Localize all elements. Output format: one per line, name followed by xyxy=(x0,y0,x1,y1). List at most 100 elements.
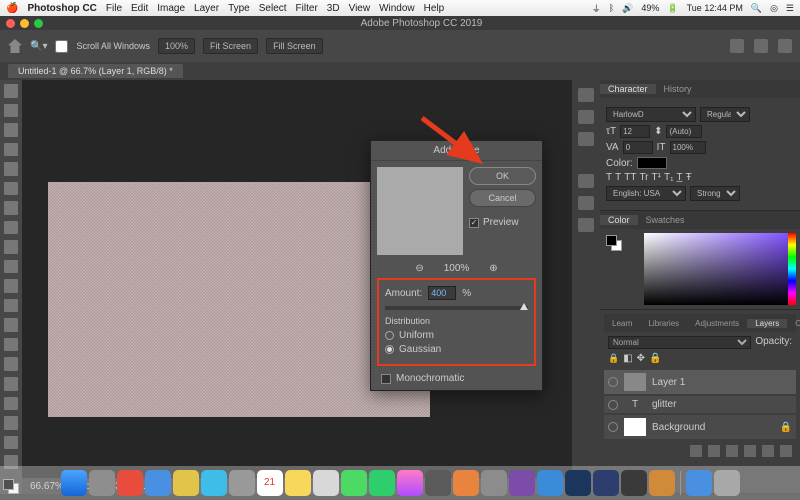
fit-screen-button[interactable]: Fit Screen xyxy=(203,38,258,54)
sub-icon[interactable]: T₁ xyxy=(664,172,673,183)
workspace-icon[interactable] xyxy=(754,39,768,53)
calendar-app-icon[interactable]: 21 xyxy=(257,470,283,496)
leading-input[interactable] xyxy=(666,125,702,138)
reminders-app-icon[interactable] xyxy=(313,470,339,496)
hand-tool-icon[interactable] xyxy=(4,436,18,450)
animate-app-icon[interactable] xyxy=(537,470,563,496)
close-window-button[interactable] xyxy=(6,19,15,28)
messages-app-icon[interactable] xyxy=(341,470,367,496)
contacts-app-icon[interactable] xyxy=(229,470,255,496)
zoom-out-icon[interactable]: ⊖ xyxy=(415,263,423,274)
lang-select[interactable]: English: USA xyxy=(606,186,686,201)
libraries-tab[interactable]: Libraries xyxy=(640,319,687,328)
noise-preview[interactable] xyxy=(377,167,463,255)
underline-icon[interactable]: T̲ xyxy=(676,172,682,183)
italic-icon[interactable]: T xyxy=(615,172,621,183)
layer-name[interactable]: Layer 1 xyxy=(652,377,685,388)
gaussian-radio[interactable] xyxy=(385,345,394,354)
menu-edit[interactable]: Edit xyxy=(131,3,148,14)
super-icon[interactable]: T¹ xyxy=(652,172,661,183)
photoshop-app-icon[interactable] xyxy=(565,470,591,496)
layer-thumb[interactable] xyxy=(624,373,646,391)
history-tab[interactable]: History xyxy=(656,84,700,94)
path-tool-icon[interactable] xyxy=(4,397,18,411)
menu-3d[interactable]: 3D xyxy=(327,3,340,14)
notif-icon[interactable]: ☰ xyxy=(786,3,794,14)
fx-icon[interactable] xyxy=(690,445,702,457)
panel-icon-5[interactable] xyxy=(578,196,594,210)
bluetooth-icon[interactable]: ᛒ xyxy=(609,3,614,13)
aa-select[interactable]: Strong xyxy=(690,186,740,201)
brush-tool-icon[interactable] xyxy=(4,221,18,235)
panel-icon-1[interactable] xyxy=(578,88,594,102)
layer-name[interactable]: glitter xyxy=(652,399,676,410)
zoom-in-icon[interactable]: ⊕ xyxy=(489,263,497,274)
layer-row[interactable]: Tglitter xyxy=(604,396,796,413)
dodge-tool-icon[interactable] xyxy=(4,338,18,352)
ibooks-app-icon[interactable] xyxy=(453,470,479,496)
premiere-app-icon[interactable] xyxy=(509,470,535,496)
type-tool-icon[interactable] xyxy=(4,377,18,391)
font-select[interactable]: HarlowD xyxy=(606,107,696,122)
history-brush-tool-icon[interactable] xyxy=(4,260,18,274)
scale-input[interactable] xyxy=(670,141,706,154)
preview-checkbox[interactable]: ✓ xyxy=(469,218,479,228)
downloads-app-icon[interactable] xyxy=(686,470,712,496)
amount-slider[interactable] xyxy=(385,306,528,310)
zoom-100-button[interactable]: 100% xyxy=(158,38,195,54)
monochromatic-checkbox[interactable] xyxy=(381,374,391,384)
layer-row[interactable]: Layer 1 xyxy=(604,370,796,394)
notes-app-icon[interactable] xyxy=(285,470,311,496)
blur-tool-icon[interactable] xyxy=(4,318,18,332)
menu-select[interactable]: Select xyxy=(259,3,287,14)
bridge-app-icon[interactable] xyxy=(593,470,619,496)
menu-view[interactable]: View xyxy=(349,3,371,14)
layers-tab[interactable]: Layers xyxy=(747,319,787,328)
color-tab[interactable]: Color xyxy=(600,215,638,225)
amount-input[interactable] xyxy=(428,286,456,300)
character-tab[interactable]: Character xyxy=(600,84,656,94)
wifi-icon[interactable]: ⏚ xyxy=(592,2,601,15)
illustrator-app-icon[interactable] xyxy=(649,470,675,496)
menu-filter[interactable]: Filter xyxy=(296,3,318,14)
text-color-swatch[interactable] xyxy=(637,157,667,169)
bold-icon[interactable]: T xyxy=(606,172,612,183)
itunes-app-icon[interactable] xyxy=(397,470,423,496)
trash-app-icon[interactable] xyxy=(714,470,740,496)
stamp-tool-icon[interactable] xyxy=(4,240,18,254)
eraser-tool-icon[interactable] xyxy=(4,279,18,293)
strike-icon[interactable]: Ŧ xyxy=(686,172,692,183)
adjustment-icon[interactable] xyxy=(726,445,738,457)
font-size-input[interactable] xyxy=(620,125,650,138)
menu-help[interactable]: Help xyxy=(424,3,445,14)
panel-icon-6[interactable] xyxy=(578,218,594,232)
visibility-icon[interactable] xyxy=(608,422,618,432)
mail-app-icon[interactable] xyxy=(201,470,227,496)
fill-screen-button[interactable]: Fill Screen xyxy=(266,38,323,54)
new-layer-icon[interactable] xyxy=(762,445,774,457)
hue-slider[interactable] xyxy=(788,233,796,305)
finder-app-icon[interactable] xyxy=(61,470,87,496)
layer-name[interactable]: Background xyxy=(652,422,705,433)
color-field[interactable] xyxy=(644,233,796,305)
ok-button[interactable]: OK xyxy=(469,167,536,185)
creative-cloud-app-icon[interactable] xyxy=(621,470,647,496)
crop-tool-icon[interactable] xyxy=(4,162,18,176)
visibility-icon[interactable] xyxy=(608,400,618,410)
smallcaps-icon[interactable]: Tr xyxy=(639,172,648,183)
heal-tool-icon[interactable] xyxy=(4,201,18,215)
panel-icon-3[interactable] xyxy=(578,132,594,146)
menu-file[interactable]: File xyxy=(106,3,122,14)
lock-position-icon[interactable]: ✥ xyxy=(637,353,645,364)
scroll-all-checkbox[interactable] xyxy=(55,40,68,53)
channels-tab[interactable]: Channels xyxy=(787,319,800,328)
share-icon[interactable] xyxy=(778,39,792,53)
font-style-select[interactable]: Regular xyxy=(700,107,750,122)
launchpad-app-icon[interactable] xyxy=(117,470,143,496)
menu-app[interactable]: Photoshop CC xyxy=(27,3,96,14)
caps-icon[interactable]: TT xyxy=(624,172,636,183)
lasso-tool-icon[interactable] xyxy=(4,123,18,137)
battery-icon[interactable]: 🔋 xyxy=(667,3,678,14)
move-tool-icon[interactable] xyxy=(4,84,18,98)
facetime-app-icon[interactable] xyxy=(369,470,395,496)
